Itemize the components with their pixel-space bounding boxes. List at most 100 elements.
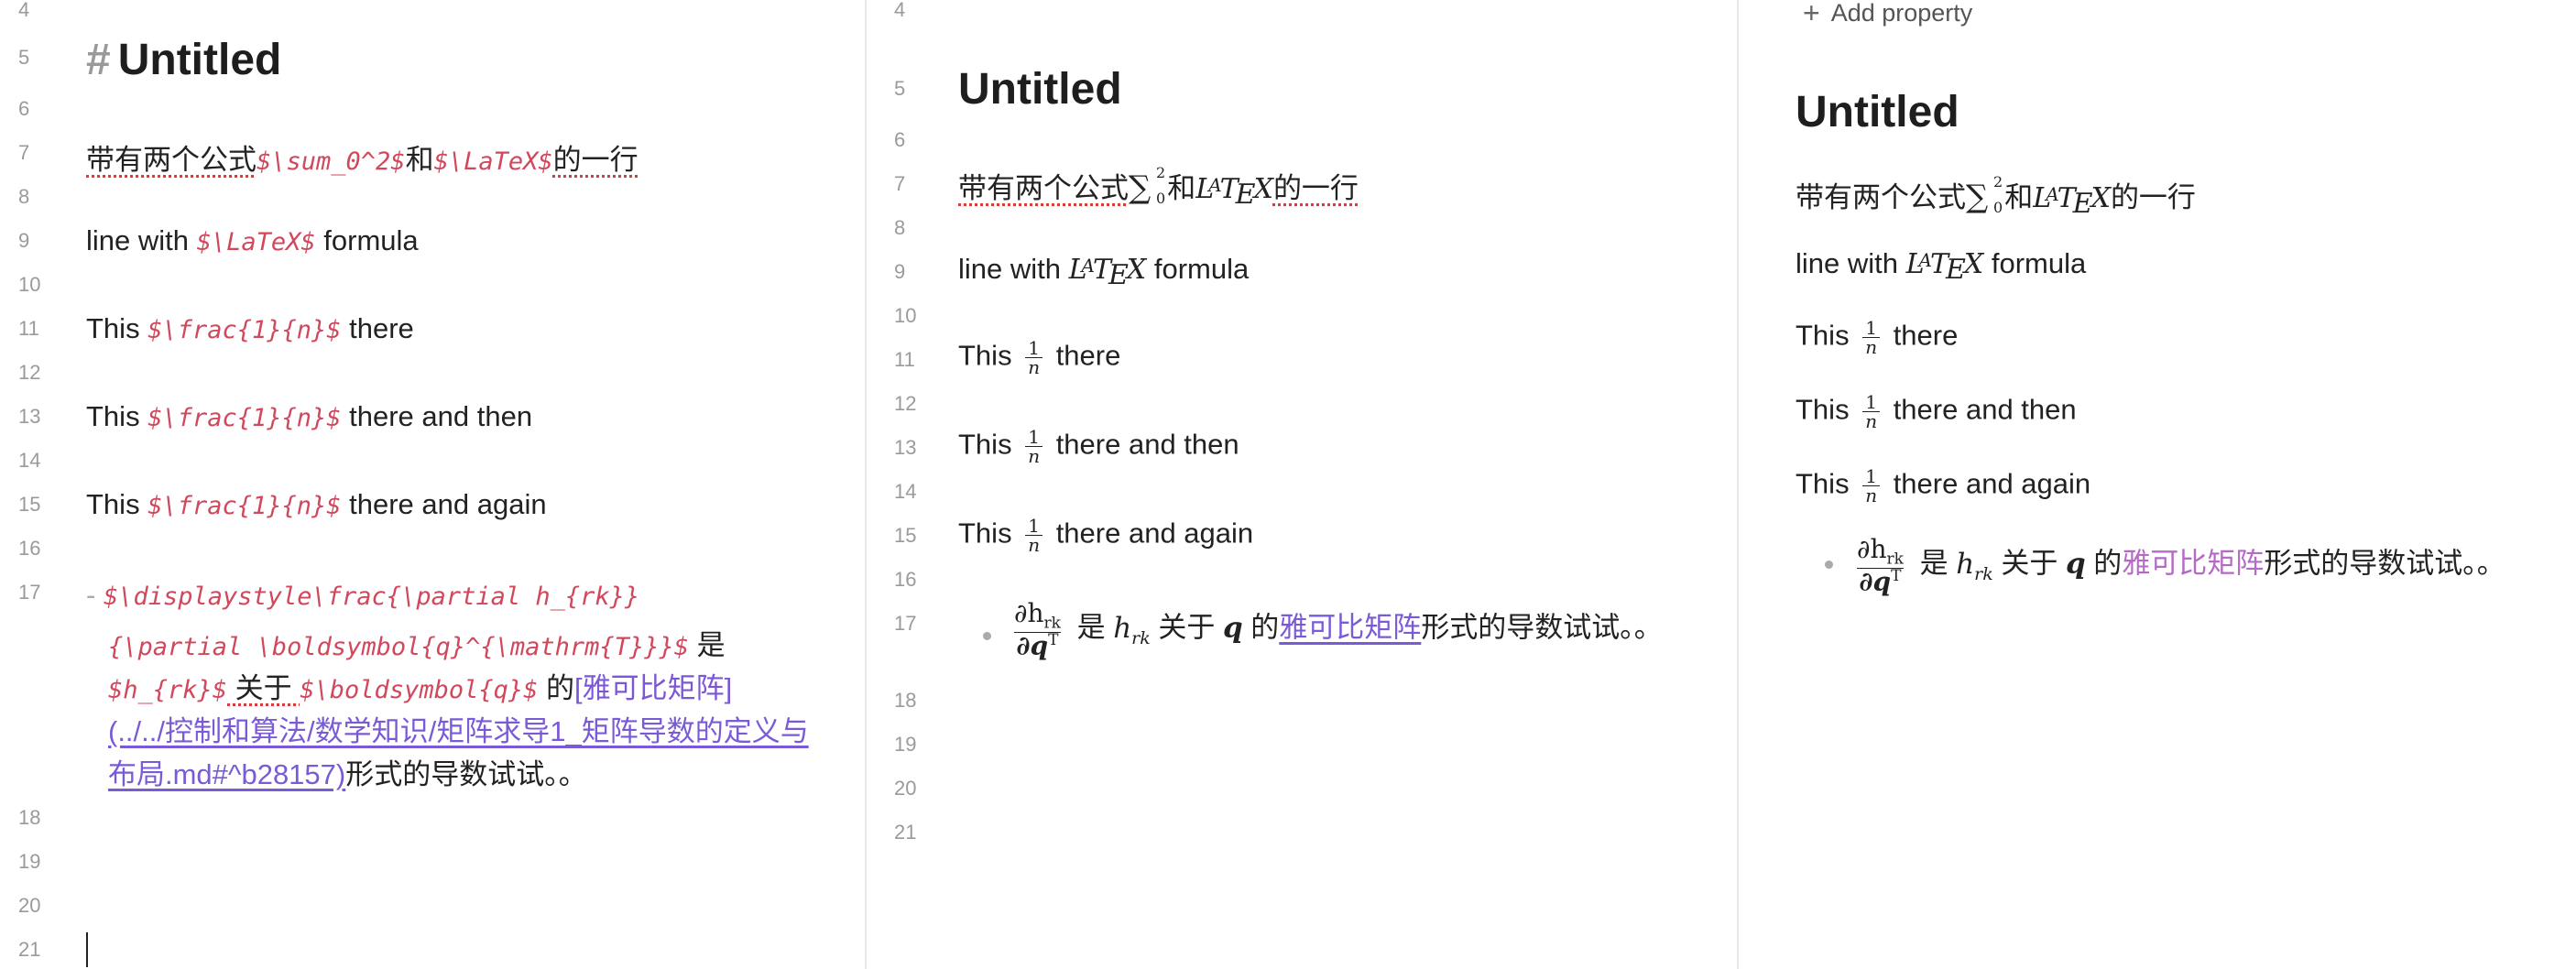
page-title: Untitled [1796,88,1959,136]
sum-formula: ∑ 2 0 [1966,173,2003,216]
source-line-15[interactable]: This $\frac{1}{n}$ there and again [86,488,547,521]
math-q[interactable]: q [1223,612,1243,645]
source-line-17-row5[interactable]: 布局.md#^b28157)形式的导数试试。。 [108,751,587,792]
fraction: 1n [1862,319,1881,356]
line-number: 16 [894,568,917,591]
live-preview-pane[interactable]: 4 5 6 7 8 9 10 11 12 13 14 15 16 17 18 19 20 21 Untitled … [867,0,1738,969]
sum-sign: ∑ [1129,169,1152,206]
preview-line-17[interactable]: ∂hrk ∂qT 是 hrk 关于 q 的雅可比矩阵形式的导数试试。。 [1006,601,1663,659]
frac-denominator: ∂qT [1013,631,1062,659]
fraction[interactable]: 1n [1025,339,1043,376]
latex-logo[interactable]: LATEX [1069,254,1147,291]
page-title: Untitled [117,36,282,84]
frac-denominator: ∂qT [1856,565,1905,596]
line-text: This [86,400,148,432]
line-number: 17 [894,612,917,635]
preview-line-11[interactable]: This 1n there [958,339,1120,376]
superscript: T [1891,566,1902,585]
source-line-17-row2[interactable]: {\partial \boldsymbol{q}^{\mathrm{T}}}$ … [108,622,726,663]
latex-logo[interactable]: LATEX [1195,173,1273,211]
sum-formula[interactable]: ∑ 2 0 [1129,164,1165,207]
source-line-17-row1[interactable]: - $\displaystyle\frac{\partial h_{rk}} [86,579,639,612]
reading-line-7: 带有两个公式∑ 2 0 和LATEX的一行 [1796,173,2196,220]
source-line-13[interactable]: This $\frac{1}{n}$ there and then [86,400,532,433]
line-number: 9 [894,260,906,283]
preview-line-13[interactable]: This 1n there and then [958,428,1239,465]
line-text: This [86,488,148,520]
latex-letter: E [1235,179,1256,211]
internal-link[interactable]: 雅可比矩阵 [2122,548,2264,580]
inline-math-source: $\boldsymbol{q}$ [300,676,539,704]
line-number: 19 [894,733,917,756]
frac-denominator: n [1862,337,1881,356]
math-glyph: h [1113,611,1132,645]
preview-line-9[interactable]: line with LATEX formula [958,253,1249,291]
partial-q: ∂q [1859,565,1892,596]
source-editor-pane[interactable]: 4 5 6 7 8 9 10 11 12 13 14 15 16 17 18 19 20 21 # Untitled… [0,0,866,969]
reading-line-15: This 1n there and again [1796,467,2090,505]
line-number: 4 [18,0,30,21]
plus-icon: + [1803,0,1820,29]
reading-line-17: ∂hrk ∂qT 是 hrk 关于 q 的雅可比矩阵形式的导数试试。。 [1849,537,2505,594]
heading-line[interactable]: # Untitled [86,35,281,85]
line-text: 关于 [1150,611,1223,644]
line-text: there [341,312,414,344]
frac-denominator: n [1025,357,1043,376]
line-text: 关于 [1992,547,2066,580]
link-target-source[interactable]: (../../控制和算法/数学知识/矩阵求导1_矩阵导数的定义与 [108,715,809,747]
line-text: 形式的导数试试。。 [2264,547,2505,580]
line-number: 10 [18,273,41,296]
line-text: 的一行 [2110,181,2196,213]
line-text: there and then [1885,393,2077,426]
line-number: 20 [18,894,41,917]
frac-numerator: 1 [1865,391,1877,413]
latex-letter: X [1253,173,1273,205]
line-number: 14 [894,480,917,503]
preview-line-7[interactable]: 带有两个公式∑ 2 0 和LATEX的一行 [958,164,1359,211]
line-number: 6 [18,97,30,120]
inline-math-source: {\partial \boldsymbol{q}^{\mathrm{T}}}$ [108,633,689,661]
inline-math-source: $\sum_0^2$ [257,147,406,176]
line-number: 5 [18,46,30,69]
internal-link[interactable]: 雅可比矩阵 [1279,612,1421,644]
frac-numerator: 1 [1028,426,1040,448]
partial-h: ∂h [1857,534,1887,564]
preview-line-15[interactable]: This 1n there and again [958,517,1253,554]
line-number: 15 [18,493,41,516]
inline-math-source: $h_{rk}$ [108,676,228,704]
subscript: rk [1131,627,1151,648]
list-bullet [1825,561,1833,569]
line-text: 是 [688,629,726,661]
list-marker: - [86,579,96,611]
heading-marker: # [86,36,111,84]
fraction[interactable]: 1n [1025,426,1043,465]
math-glyph: h [1956,547,1975,581]
frac-numerator: ∂hrk [1011,601,1064,632]
fraction[interactable]: 1n [1025,517,1043,554]
sum-sup: 2 [1156,164,1166,181]
frac-denominator: n [1025,535,1043,554]
frac-denominator: n [1862,485,1881,505]
source-line-7[interactable]: 带有两个公式$\sum_0^2$和$\LaTeX$的一行 [86,136,639,178]
partial-fraction[interactable]: ∂hrk ∂qT [1011,601,1064,659]
link-target-source[interactable]: 布局.md#^b28157) [108,758,345,790]
line-number: 6 [894,128,906,151]
line-number: 11 [18,317,39,340]
source-line-11[interactable]: This $\frac{1}{n}$ there [86,312,414,345]
link-text-source[interactable]: [雅可比矩阵] [574,672,732,704]
line-number: 7 [894,172,906,195]
math-h[interactable]: hrk [1113,611,1151,648]
line-number: 9 [18,229,30,252]
line-text: This [86,312,148,344]
source-line-9[interactable]: line with $\LaTeX$ formula [86,224,419,257]
line-number: 21 [894,821,917,844]
source-line-17-row4[interactable]: (../../控制和算法/数学知识/矩阵求导1_矩阵导数的定义与 [108,708,809,749]
sum-sub: 0 [1156,190,1166,207]
line-text: This [958,428,1021,461]
line-text: This [1796,393,1858,426]
line-text: This [958,339,1021,372]
line-number: 12 [894,392,917,415]
source-line-17-row3[interactable]: $h_{rk}$ 关于 $\boldsymbol{q}$ 的[雅可比矩阵] [108,665,732,706]
latex-letter: E [2072,188,2093,220]
add-property-button[interactable]: + Add property [1803,0,1972,30]
